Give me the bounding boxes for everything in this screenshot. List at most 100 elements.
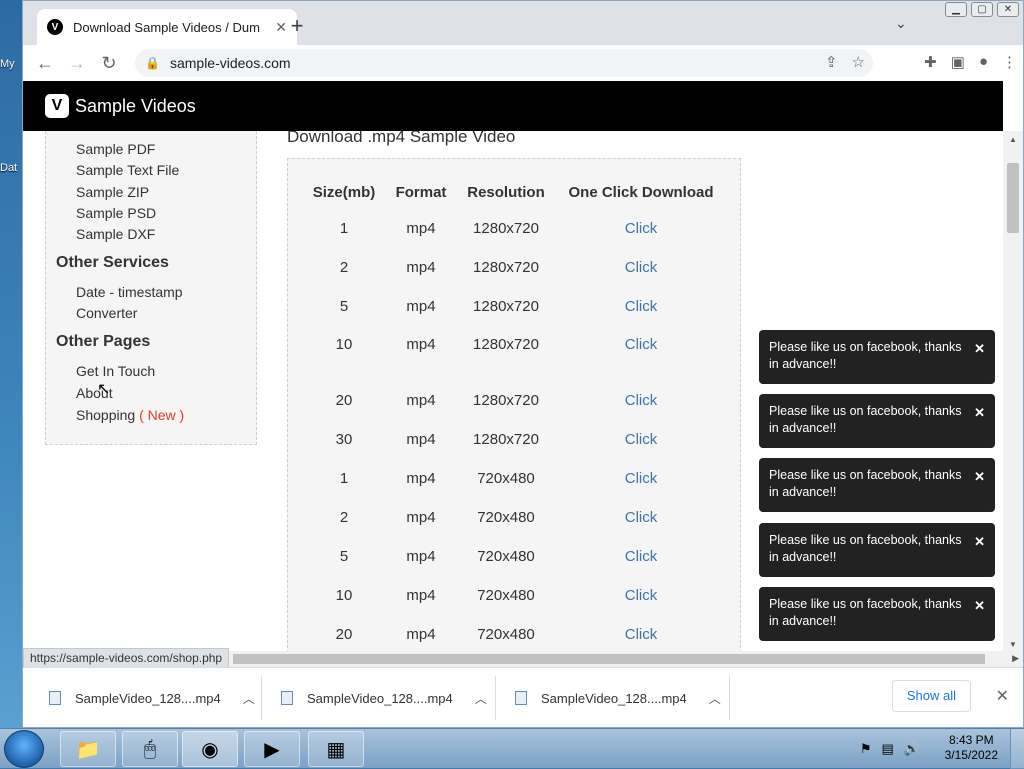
vertical-scroll-thumb[interactable] <box>1007 163 1019 233</box>
network-icon[interactable]: ▤ <box>882 741 894 757</box>
site-header: V Sample Videos <box>23 81 1003 131</box>
size-cell: 10 <box>335 587 353 604</box>
toast-close-icon[interactable]: ✕ <box>974 404 985 421</box>
download-link[interactable]: Click <box>554 420 728 459</box>
sidebar-link[interactable]: Sample DXF <box>76 226 155 242</box>
divider <box>261 676 262 720</box>
toast-close-icon[interactable]: ✕ <box>974 533 985 550</box>
new-tab-button[interactable]: + <box>283 13 311 39</box>
sidebar-link[interactable]: Sample ZIP <box>76 184 149 200</box>
sidebar-link[interactable]: Sample Text File <box>76 162 179 178</box>
lock-icon[interactable]: 🔒 <box>145 56 160 70</box>
horizontal-scroll-thumb[interactable] <box>233 654 985 664</box>
file-explorer-icon[interactable]: 📁 <box>60 731 116 767</box>
menu-kebab-icon[interactable]: ⋮ <box>1002 53 1017 71</box>
download-link[interactable]: Click <box>554 576 728 615</box>
scroll-down-arrow-icon[interactable]: ▼ <box>1009 640 1017 649</box>
sidebar-link-shopping[interactable]: Shopping ( New ) <box>76 407 184 423</box>
sidebar-link[interactable]: Converter <box>76 305 137 321</box>
mouse-cursor-icon: ↖ <box>97 381 111 398</box>
download-link[interactable]: Click <box>554 209 728 248</box>
extensions-icon[interactable]: ✚ <box>924 53 937 71</box>
download-link[interactable]: Click <box>554 381 728 420</box>
chevron-up-icon[interactable]: ︿ <box>243 690 255 707</box>
tab-search-chevron-icon[interactable]: ⌄ <box>895 15 907 32</box>
maximize-button[interactable]: ▢ <box>971 2 993 17</box>
mouse-app-icon[interactable]: 🖱 <box>122 731 178 767</box>
sidebar-link[interactable]: Date - timestamp <box>76 284 183 300</box>
show-all-button[interactable]: Show all <box>891 680 971 712</box>
vertical-scrollbar[interactable]: ▲ ▼ <box>1003 131 1023 651</box>
download-link[interactable]: Click <box>554 615 728 651</box>
taskbar: 📁 🖱 ◉ ▶ ▦ ⚑ ▤ 🔊 8:43 PM 3/15/2022 <box>0 728 1024 769</box>
size-cell: 2 <box>339 509 349 526</box>
column-header: Resolution <box>467 183 545 201</box>
video-table: Size(mb) Format Resolution One Click Dow… <box>304 175 728 651</box>
close-download-shelf-icon[interactable]: ✕ <box>996 686 1009 706</box>
sidebar-link[interactable]: Sample PSD <box>76 205 156 221</box>
profile-avatar-icon[interactable]: ● <box>979 53 988 71</box>
bookmark-star-icon[interactable]: ☆ <box>852 53 865 71</box>
new-badge: ( New ) <box>139 407 185 423</box>
site-brand[interactable]: Sample Videos <box>75 96 196 117</box>
format-cell: mp4 <box>406 431 436 448</box>
download-link[interactable]: Click <box>554 287 728 326</box>
sidebar-link[interactable]: Sample PDF <box>76 141 155 157</box>
download-link[interactable]: Click <box>554 498 728 537</box>
resolution-cell: 1280x720 <box>473 298 539 315</box>
sidebar: Sample PDF Sample Text File Sample ZIP S… <box>45 131 257 445</box>
resolution-cell: 1280x720 <box>473 336 539 353</box>
download-item[interactable]: SampleVideo_128....mp4 ︿ <box>281 668 487 728</box>
system-tray: ⚑ ▤ 🔊 <box>860 741 920 757</box>
reload-button[interactable]: ↻ <box>93 53 125 74</box>
download-filename: SampleVideo_128....mp4 <box>75 690 221 706</box>
address-bar[interactable]: 🔒 sample-videos.com ⇪ ☆ <box>135 49 873 77</box>
facebook-toast: Please like us on facebook, thanks in ad… <box>759 523 995 577</box>
download-link[interactable]: Click <box>554 326 728 381</box>
clock-time: 8:43 PM <box>948 733 994 747</box>
minimize-button[interactable]: ▁ <box>945 2 967 17</box>
toast-close-icon[interactable]: ✕ <box>974 340 985 357</box>
browser-window: V Download Sample Videos / Dum ✕ + ⌄ ▁ ▢… <box>22 0 1024 728</box>
forward-button[interactable]: → <box>61 53 93 74</box>
scroll-up-arrow-icon[interactable]: ▲ <box>1009 135 1017 144</box>
download-link[interactable]: Click <box>554 537 728 576</box>
flag-icon[interactable]: ⚑ <box>860 741 872 757</box>
download-item[interactable]: SampleVideo_128....mp4 ︿ <box>49 668 255 728</box>
start-button[interactable] <box>4 730 44 768</box>
tab-title: Download Sample Videos / Dum <box>73 19 260 35</box>
size-cell: 1 <box>339 220 349 237</box>
sidebar-link[interactable]: Get In Touch <box>76 363 155 379</box>
toast-close-icon[interactable]: ✕ <box>974 468 985 485</box>
media-player-icon[interactable]: ▶ <box>244 731 300 767</box>
size-cell: 2 <box>339 259 349 276</box>
desktop-icon-label[interactable]: Dat <box>0 162 17 174</box>
download-link[interactable]: Click <box>554 248 728 287</box>
clock[interactable]: 8:43 PM 3/15/2022 <box>945 733 998 763</box>
format-cell: mp4 <box>406 548 436 565</box>
control-panel-icon[interactable]: ▦ <box>308 731 364 767</box>
tab-active[interactable]: V Download Sample Videos / Dum ✕ <box>37 9 297 45</box>
chevron-up-icon[interactable]: ︿ <box>709 690 721 707</box>
chrome-icon[interactable]: ◉ <box>182 731 238 767</box>
video-table-panel: Size(mb) Format Resolution One Click Dow… <box>287 158 741 651</box>
download-filename: SampleVideo_128....mp4 <box>541 690 687 706</box>
resolution-cell: 720x480 <box>477 587 535 604</box>
close-window-button[interactable]: ✕ <box>997 2 1019 17</box>
download-link[interactable]: Click <box>554 459 728 498</box>
volume-icon[interactable]: 🔊 <box>904 741 920 757</box>
resolution-cell: 720x480 <box>477 626 535 643</box>
page-content: Sample PDF Sample Text File Sample ZIP S… <box>23 131 1003 651</box>
download-item[interactable]: SampleVideo_128....mp4 ︿ <box>515 668 721 728</box>
share-icon[interactable]: ⇪ <box>825 53 838 71</box>
desktop-icon-label[interactable]: My <box>0 58 15 70</box>
side-panel-icon[interactable]: ▣ <box>951 53 965 71</box>
scroll-right-arrow-icon[interactable]: ▶ <box>1012 653 1019 664</box>
show-desktop-button[interactable] <box>1010 729 1024 769</box>
back-button[interactable]: ← <box>29 53 61 74</box>
resolution-cell: 1280x720 <box>473 259 539 276</box>
table-row: 2 mp4 720x480 Click <box>304 498 728 537</box>
toast-close-icon[interactable]: ✕ <box>974 597 985 614</box>
chevron-up-icon[interactable]: ︿ <box>475 690 487 707</box>
site-logo-icon[interactable]: V <box>45 94 69 118</box>
